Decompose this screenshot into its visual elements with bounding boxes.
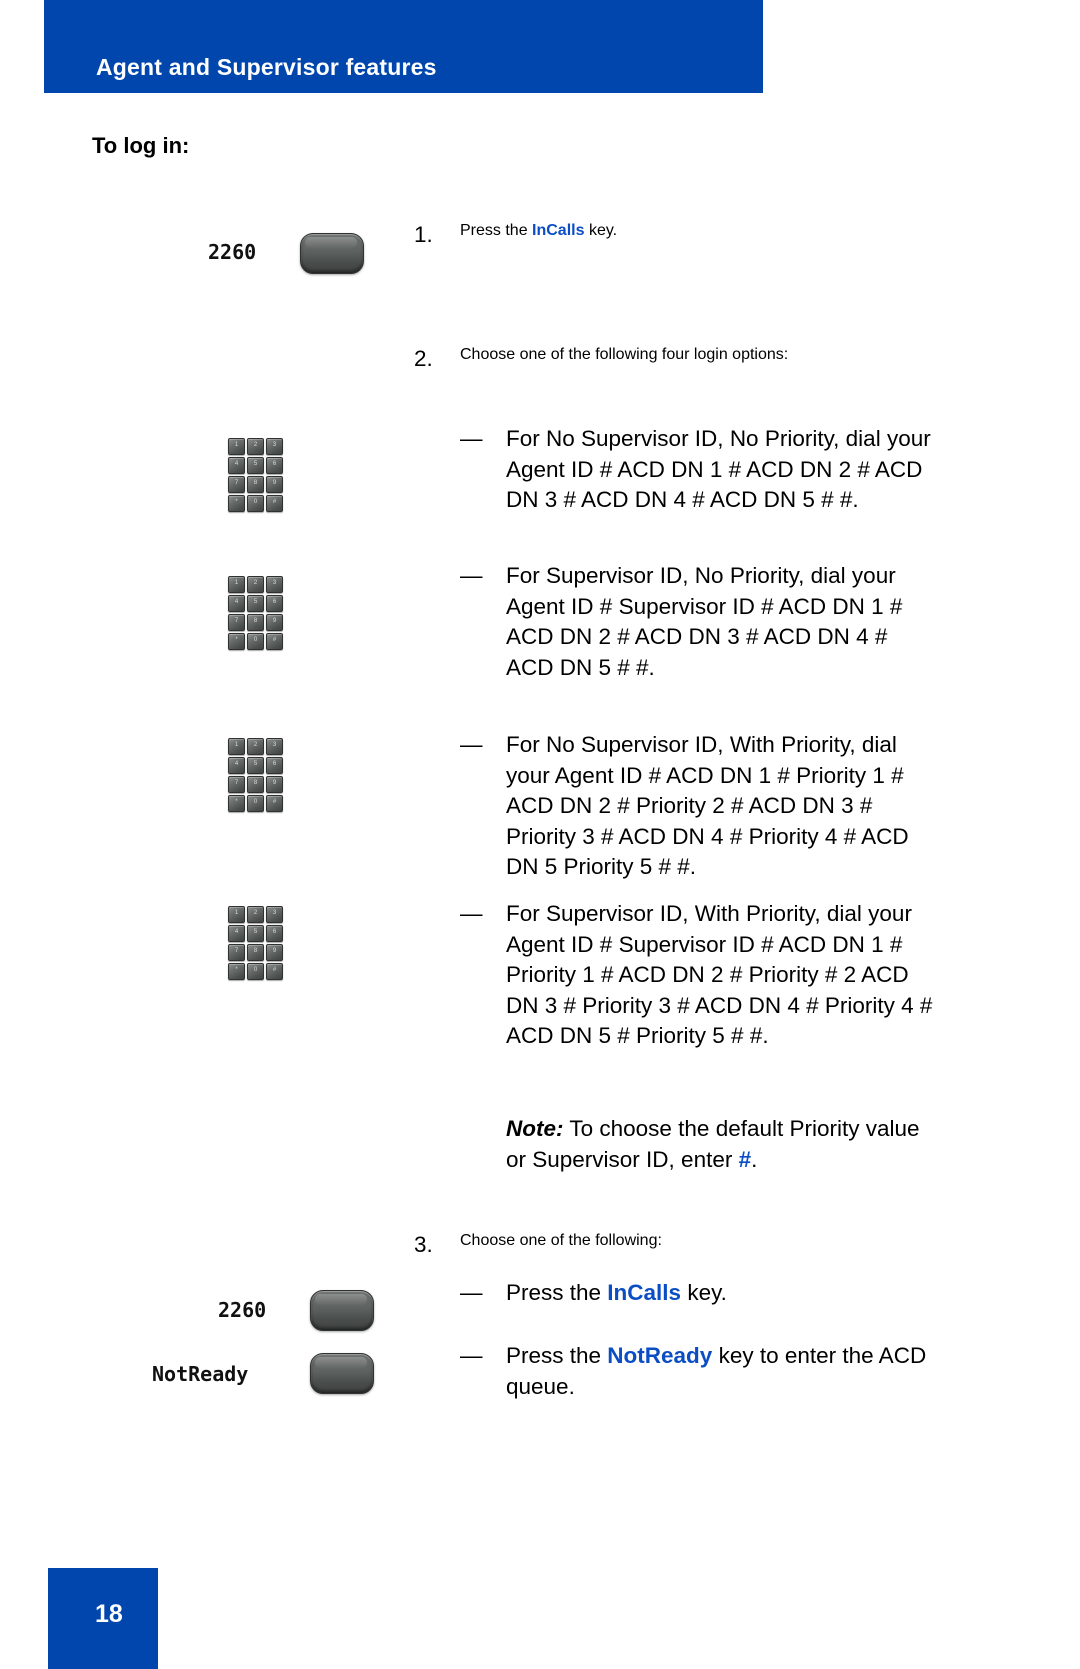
final-option-2-dash: — [460, 1343, 483, 1368]
final-option-2-text: Press the NotReady key to enter the ACD … [506, 1341, 951, 1402]
note-text-after: . [751, 1146, 758, 1172]
option-4-dash: — [460, 901, 483, 926]
step-1-text: Press the InCalls key. [460, 222, 930, 240]
step-2-number: 2. [414, 346, 433, 371]
option-2-dash: — [460, 563, 483, 588]
final-option-2-text-before: Press the [506, 1343, 608, 1368]
final-option-1-text-after: key. [681, 1280, 727, 1305]
note-block: Note: To choose the default Priority val… [506, 1114, 926, 1175]
page-number: 18 [95, 1600, 123, 1628]
step-1-number: 1. [414, 222, 433, 247]
option-2-text: For Supervisor ID, No Priority, dial you… [506, 563, 903, 680]
final-option-1-text: Press the InCalls key. [506, 1278, 946, 1309]
option-1-text: For No Supervisor ID, No Priority, dial … [506, 426, 931, 512]
step-3-text: Choose one of the following: [460, 1232, 662, 1249]
final-option-1-text-before: Press the [506, 1280, 608, 1305]
step-2-text: Choose one of the following four login o… [460, 346, 789, 363]
step-1-text-after: key. [584, 222, 618, 239]
note-label: Note: [506, 1116, 564, 1141]
step-1-text-before: Press the [460, 222, 533, 239]
instruction-steps: 1. Press the InCalls key. 2. Choose one … [0, 0, 1080, 1669]
note-keyword: # [738, 1146, 752, 1172]
final-option-2-keyword: NotReady [607, 1343, 713, 1368]
final-option-1-keyword: InCalls [607, 1280, 682, 1305]
option-3-text: For No Supervisor ID, With Priority, dia… [506, 732, 909, 879]
option-3-dash: — [460, 732, 483, 757]
note-text-before: To choose the default Priority value or … [506, 1116, 920, 1172]
option-4-text: For Supervisor ID, With Priority, dial y… [506, 901, 933, 1048]
step-3-number: 3. [414, 1232, 433, 1257]
final-option-1-dash: — [460, 1280, 483, 1305]
option-1-dash: — [460, 426, 483, 451]
step-1-keyword: InCalls [532, 222, 585, 239]
